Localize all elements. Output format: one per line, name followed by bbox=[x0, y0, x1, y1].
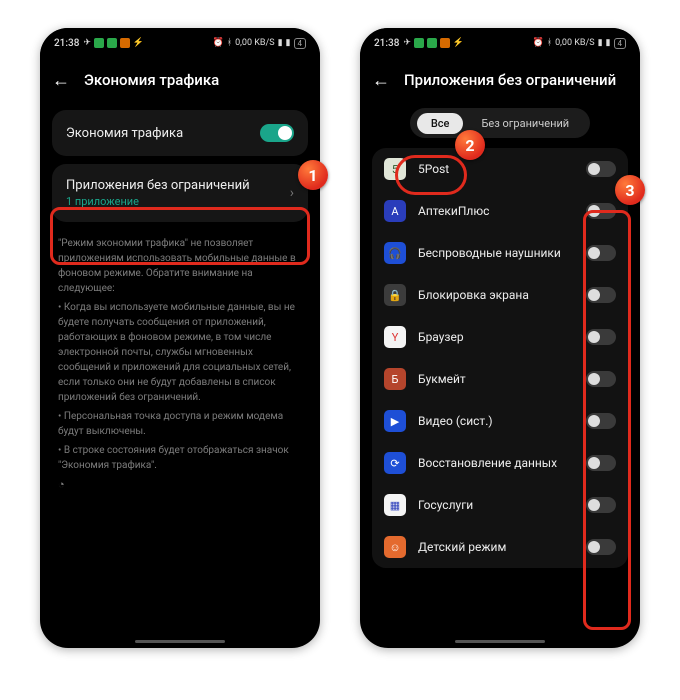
description-text: "Режим экономии трафика" не позволяет пр… bbox=[52, 230, 308, 494]
bluetooth-icon: ᚼ bbox=[547, 38, 552, 48]
tab-all[interactable]: Все bbox=[417, 113, 464, 134]
app-toggle[interactable] bbox=[586, 161, 616, 177]
alarm-icon: ⏰ bbox=[532, 38, 543, 48]
signal-bars-icon: ▮ bbox=[598, 38, 603, 48]
data-saver-toggle[interactable] bbox=[260, 124, 294, 142]
status-left-icons: ✈ ⚡ bbox=[403, 38, 464, 48]
bluetooth-icon: ᚼ bbox=[227, 38, 232, 48]
screen-header: ← Приложения без ограничений bbox=[360, 58, 640, 102]
phone-screenshot-left: 21:38 ✈ ⚡ ⏰ ᚼ 0,00 KB/S ▮ ▮ 4 ← Экономия… bbox=[40, 28, 320, 648]
signal-bars-icon: ▮ bbox=[286, 38, 291, 48]
app-icon: ▶ bbox=[384, 410, 406, 432]
app-row[interactable]: А АптекиПлюс bbox=[372, 190, 628, 232]
app-icon: ⟳ bbox=[384, 452, 406, 474]
unrestricted-apps-sub: 1 приложение bbox=[66, 195, 290, 208]
app-toggle[interactable] bbox=[586, 497, 616, 513]
status-app-icon bbox=[440, 38, 450, 48]
net-rate: 0,00 KB/S bbox=[555, 38, 595, 48]
battery-indicator: 4 bbox=[294, 38, 307, 49]
app-toggle[interactable] bbox=[586, 413, 616, 429]
status-app-icon bbox=[427, 38, 437, 48]
net-rate: 0,00 KB/S bbox=[235, 38, 275, 48]
app-toggle[interactable] bbox=[586, 371, 616, 387]
data-saver-row[interactable]: Экономия трафика bbox=[52, 110, 308, 156]
app-toggle[interactable] bbox=[586, 539, 616, 555]
signal-icon: ⚡ bbox=[133, 38, 144, 48]
page-title: Приложения без ограничений bbox=[404, 71, 616, 89]
nav-gesture-bar bbox=[455, 640, 545, 643]
desc-bullet: • Когда вы используете мобильные данные,… bbox=[58, 300, 302, 405]
app-name: Восстановление данных bbox=[418, 456, 574, 470]
app-icon: ▦ bbox=[384, 494, 406, 516]
page-title: Экономия трафика bbox=[84, 71, 219, 89]
status-app-icon bbox=[120, 38, 130, 48]
app-icon: ☺ bbox=[384, 536, 406, 558]
app-name: АптекиПлюс bbox=[418, 204, 574, 218]
app-row[interactable]: ⟳ Восстановление данных bbox=[372, 442, 628, 484]
app-name: Детский режим bbox=[418, 540, 574, 554]
data-saver-status-icon: ◔ bbox=[58, 478, 65, 491]
app-row[interactable]: 🔒 Блокировка экрана bbox=[372, 274, 628, 316]
alarm-icon: ⏰ bbox=[212, 38, 223, 48]
chevron-right-icon: › bbox=[290, 185, 294, 201]
signal-bars-icon: ▮ bbox=[606, 38, 611, 48]
app-icon: 5 bbox=[384, 158, 406, 180]
app-name: Беспроводные наушники bbox=[418, 246, 574, 260]
app-name: 5Post bbox=[418, 162, 574, 176]
status-app-icon bbox=[107, 38, 117, 48]
telegram-icon: ✈ bbox=[83, 38, 91, 48]
desc-intro: "Режим экономии трафика" не позволяет пр… bbox=[58, 236, 302, 296]
tab-unrestricted[interactable]: Без ограничений bbox=[467, 113, 583, 134]
app-toggle[interactable] bbox=[586, 203, 616, 219]
telegram-icon: ✈ bbox=[403, 38, 411, 48]
app-toggle[interactable] bbox=[586, 329, 616, 345]
status-left-icons: ✈ ⚡ bbox=[83, 38, 144, 48]
status-bar: 21:38 ✈ ⚡ ⏰ ᚼ 0,00 KB/S ▮ ▮ 4 bbox=[360, 28, 640, 58]
status-bar: 21:38 ✈ ⚡ ⏰ ᚼ 0,00 KB/S ▮ ▮ 4 bbox=[40, 28, 320, 58]
signal-icon: ⚡ bbox=[453, 38, 464, 48]
app-row[interactable]: Y Браузер bbox=[372, 316, 628, 358]
unrestricted-apps-label: Приложения без ограничений bbox=[66, 178, 290, 193]
status-app-icon bbox=[94, 38, 104, 48]
desc-bullet: • Персональная точка доступа и режим мод… bbox=[58, 409, 302, 439]
app-row[interactable]: ▶ Видео (сист.) bbox=[372, 400, 628, 442]
status-right-cluster: ⏰ ᚼ 0,00 KB/S ▮ ▮ 4 bbox=[532, 38, 626, 49]
app-row[interactable]: 🎧 Беспроводные наушники bbox=[372, 232, 628, 274]
app-row[interactable]: Б Букмейт bbox=[372, 358, 628, 400]
app-list: 5 5Post А АптекиПлюс 🎧 Беспроводные наушники 🔒… bbox=[372, 148, 628, 568]
app-icon: Y bbox=[384, 326, 406, 348]
app-name: Блокировка экрана bbox=[418, 288, 574, 302]
app-name: Браузер bbox=[418, 330, 574, 344]
app-icon: Б bbox=[384, 368, 406, 390]
app-toggle[interactable] bbox=[586, 245, 616, 261]
app-name: Видео (сист.) bbox=[418, 414, 574, 428]
back-icon[interactable]: ← bbox=[372, 70, 390, 91]
app-row[interactable]: 5 5Post bbox=[372, 148, 628, 190]
status-time: 21:38 bbox=[374, 38, 399, 49]
signal-bars-icon: ▮ bbox=[278, 38, 283, 48]
screen-header: ← Экономия трафика bbox=[40, 58, 320, 102]
app-name: Госуслуги bbox=[418, 498, 574, 512]
status-right-cluster: ⏰ ᚼ 0,00 KB/S ▮ ▮ 4 bbox=[212, 38, 306, 49]
phone-screenshot-right: 21:38 ✈ ⚡ ⏰ ᚼ 0,00 KB/S ▮ ▮ 4 ← Приложен… bbox=[360, 28, 640, 648]
nav-gesture-bar bbox=[135, 640, 225, 643]
unrestricted-apps-row[interactable]: Приложения без ограничений 1 приложение … bbox=[52, 164, 308, 222]
status-time: 21:38 bbox=[54, 38, 79, 49]
app-row[interactable]: ☺ Детский режим bbox=[372, 526, 628, 568]
back-icon[interactable]: ← bbox=[52, 70, 70, 91]
filter-tabs: Все Без ограничений bbox=[410, 108, 590, 138]
desc-bullet: • В строке состояния будет отображаться … bbox=[58, 443, 302, 473]
app-toggle[interactable] bbox=[586, 455, 616, 471]
battery-indicator: 4 bbox=[614, 38, 627, 49]
data-saver-label: Экономия трафика bbox=[66, 126, 260, 141]
app-icon: А bbox=[384, 200, 406, 222]
app-toggle[interactable] bbox=[586, 287, 616, 303]
app-icon: 🔒 bbox=[384, 284, 406, 306]
app-name: Букмейт bbox=[418, 372, 574, 386]
status-app-icon bbox=[414, 38, 424, 48]
app-icon: 🎧 bbox=[384, 242, 406, 264]
app-row[interactable]: ▦ Госуслуги bbox=[372, 484, 628, 526]
